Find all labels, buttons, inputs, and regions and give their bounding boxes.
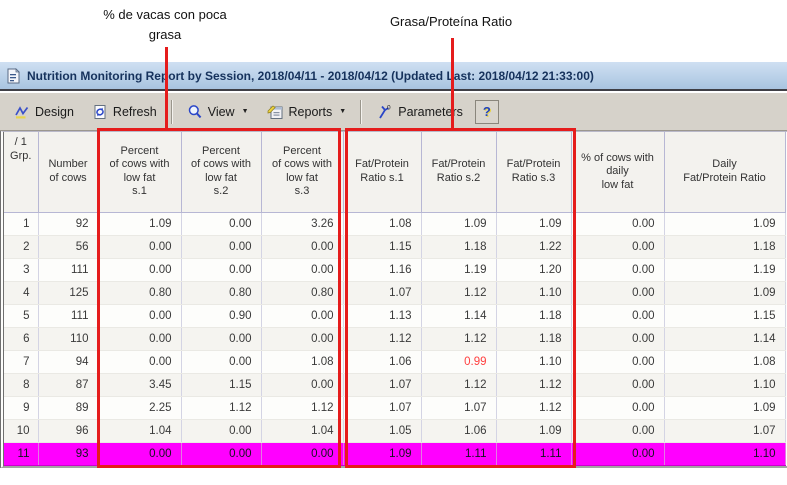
svg-text:0: 0	[387, 104, 391, 111]
cell-daily-fp-ratio[interactable]: 1.19	[664, 258, 785, 281]
col-header-grp[interactable]: / 1 Grp.	[4, 132, 38, 212]
cell-grp[interactable]: 6	[4, 327, 38, 350]
refresh-label: Refresh	[113, 105, 157, 119]
cell-number-of-cows[interactable]: 111	[38, 304, 98, 327]
reports-button[interactable]: Reports ▼	[259, 99, 355, 125]
toolbar-separator	[360, 100, 362, 124]
report-document-icon	[5, 68, 21, 84]
cell-pct-daily-low-fat[interactable]: 0.00	[571, 350, 664, 373]
cell-pct-daily-low-fat[interactable]: 0.00	[571, 212, 664, 235]
cell-number-of-cows[interactable]: 94	[38, 350, 98, 373]
cell-grp[interactable]: 4	[4, 281, 38, 304]
screenshot-root: % de vacas con poca grasa Grasa/Proteína…	[0, 0, 787, 485]
cell-daily-fp-ratio[interactable]: 1.08	[664, 350, 785, 373]
cell-number-of-cows[interactable]: 87	[38, 373, 98, 396]
col-header-pct-daily-low-fat[interactable]: % of cows with daily low fat	[571, 132, 664, 212]
window-title: Nutrition Monitoring Report by Session, …	[27, 69, 594, 83]
refresh-icon	[92, 104, 108, 120]
cell-grp[interactable]: 11	[4, 442, 38, 465]
cell-daily-fp-ratio[interactable]: 1.07	[664, 419, 785, 442]
cell-pct-daily-low-fat[interactable]: 0.00	[571, 304, 664, 327]
refresh-button[interactable]: Refresh	[84, 99, 165, 125]
cell-pct-daily-low-fat[interactable]: 0.00	[571, 281, 664, 304]
cell-grp[interactable]: 5	[4, 304, 38, 327]
cell-daily-fp-ratio[interactable]: 1.14	[664, 327, 785, 350]
cell-number-of-cows[interactable]: 111	[38, 258, 98, 281]
cell-pct-daily-low-fat[interactable]: 0.00	[571, 396, 664, 419]
col-header-number-of-cows[interactable]: Number of cows	[38, 132, 98, 212]
toolbar: Design Refresh View	[0, 93, 787, 131]
cell-daily-fp-ratio[interactable]: 1.10	[664, 442, 785, 465]
design-icon	[14, 104, 30, 120]
cell-pct-daily-low-fat[interactable]: 0.00	[571, 373, 664, 396]
cell-grp[interactable]: 8	[4, 373, 38, 396]
magnifier-icon	[187, 104, 203, 120]
cell-number-of-cows[interactable]: 110	[38, 327, 98, 350]
window-titlebar[interactable]: Nutrition Monitoring Report by Session, …	[0, 62, 787, 91]
parameters-icon: 0	[376, 104, 393, 120]
cell-daily-fp-ratio[interactable]: 1.09	[664, 212, 785, 235]
callout-ratio-label: Grasa/Proteína Ratio	[344, 12, 558, 32]
cell-grp[interactable]: 9	[4, 396, 38, 419]
cell-pct-daily-low-fat[interactable]: 0.00	[571, 419, 664, 442]
cell-daily-fp-ratio[interactable]: 1.09	[664, 281, 785, 304]
cell-pct-daily-low-fat[interactable]: 0.00	[571, 327, 664, 350]
view-button[interactable]: View ▼	[179, 99, 257, 125]
cell-daily-fp-ratio[interactable]: 1.09	[664, 396, 785, 419]
cell-number-of-cows[interactable]: 56	[38, 235, 98, 258]
cell-grp[interactable]: 1	[4, 212, 38, 235]
cell-pct-daily-low-fat[interactable]: 0.00	[571, 235, 664, 258]
annotation-box-low-fat-columns	[97, 128, 341, 468]
toolbar-separator	[171, 100, 173, 124]
cell-pct-daily-low-fat[interactable]: 0.00	[571, 442, 664, 465]
cell-number-of-cows[interactable]: 89	[38, 396, 98, 419]
chevron-down-icon: ▼	[339, 108, 346, 115]
cell-grp[interactable]: 7	[4, 350, 38, 373]
callout-low-fat-label: % de vacas con poca grasa	[55, 5, 275, 45]
cell-daily-fp-ratio[interactable]: 1.18	[664, 235, 785, 258]
annotation-box-ratio-columns	[345, 128, 576, 468]
view-label: View	[208, 105, 235, 119]
design-button[interactable]: Design	[6, 99, 82, 125]
callout-ratio-line	[451, 38, 454, 128]
help-button[interactable]: ?	[475, 100, 499, 124]
cell-daily-fp-ratio[interactable]: 1.15	[664, 304, 785, 327]
cell-grp[interactable]: 3	[4, 258, 38, 281]
cell-number-of-cows[interactable]: 96	[38, 419, 98, 442]
cell-daily-fp-ratio[interactable]: 1.10	[664, 373, 785, 396]
parameters-button[interactable]: 0 Parameters	[368, 99, 471, 125]
callout-low-fat-line	[165, 47, 168, 128]
cell-number-of-cows[interactable]: 125	[38, 281, 98, 304]
cell-grp[interactable]: 10	[4, 419, 38, 442]
reports-icon	[267, 104, 284, 120]
reports-label: Reports	[289, 105, 333, 119]
cell-grp[interactable]: 2	[4, 235, 38, 258]
cell-number-of-cows[interactable]: 93	[38, 442, 98, 465]
col-header-daily-fp-ratio[interactable]: Daily Fat/Protein Ratio	[664, 132, 785, 212]
cell-number-of-cows[interactable]: 92	[38, 212, 98, 235]
cell-pct-daily-low-fat[interactable]: 0.00	[571, 258, 664, 281]
chevron-down-icon: ▼	[242, 108, 249, 115]
design-label: Design	[35, 105, 74, 119]
